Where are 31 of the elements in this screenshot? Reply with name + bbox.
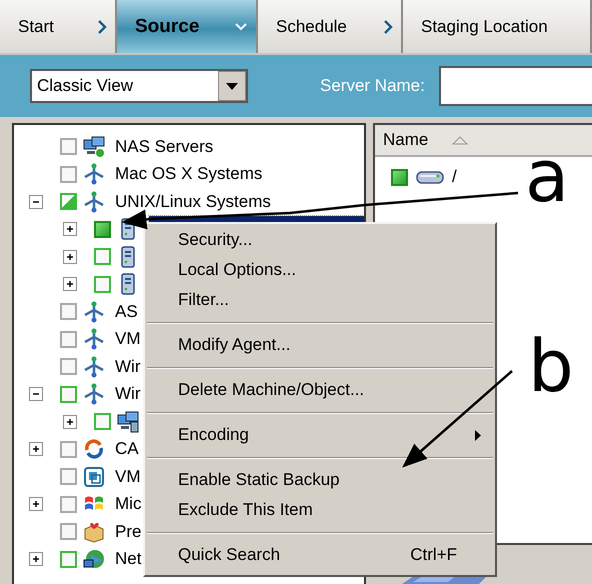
- tab[interactable]: Start: [0, 0, 117, 53]
- menu-item[interactable]: Filter...: [147, 285, 493, 315]
- menu-item[interactable]: Encoding: [147, 420, 493, 450]
- tree-item[interactable]: CA: [115, 439, 139, 460]
- view-dropdown[interactable]: Classic View: [30, 69, 248, 103]
- tree-item[interactable]: VM: [115, 466, 140, 487]
- annotation-label: b: [528, 330, 574, 402]
- menu-item[interactable]: Delete Machine/Object...: [147, 375, 493, 405]
- menu-item[interactable]: Local Options...: [147, 255, 493, 285]
- tab[interactable]: Schedule: [258, 0, 403, 53]
- tree-item[interactable]: Wir: [115, 356, 140, 377]
- menu-item[interactable]: Security...: [147, 225, 493, 255]
- shortcut-label: Ctrl+F: [410, 545, 457, 565]
- tree-item[interactable]: VM: [115, 329, 140, 350]
- menu-item[interactable]: Enable Static Backup: [147, 465, 493, 495]
- column-header[interactable]: Name: [375, 125, 592, 157]
- tree-item[interactable]: UNIX/Linux Systems: [115, 192, 271, 212]
- tree-item[interactable]: Pre: [115, 522, 142, 542]
- list-item[interactable]: /: [452, 167, 457, 187]
- tree-item[interactable]: Net: [115, 549, 142, 570]
- tab[interactable]: Source: [117, 0, 258, 53]
- tab[interactable]: Staging Location: [403, 0, 592, 53]
- server-name-label: Server Name:: [320, 76, 425, 96]
- tree-item[interactable]: Wir: [115, 384, 140, 404]
- menu-item[interactable]: Modify Agent...: [147, 330, 493, 360]
- menu-item[interactable]: Exclude This Item: [147, 495, 493, 525]
- tree-item[interactable]: Mic: [115, 494, 142, 514]
- tree-item[interactable]: AS: [115, 302, 138, 322]
- tree-item[interactable]: NAS Servers: [115, 136, 214, 157]
- tree-item[interactable]: Mac OS X Systems: [115, 164, 262, 184]
- menu-item[interactable]: Quick Search Ctrl+F: [147, 540, 493, 570]
